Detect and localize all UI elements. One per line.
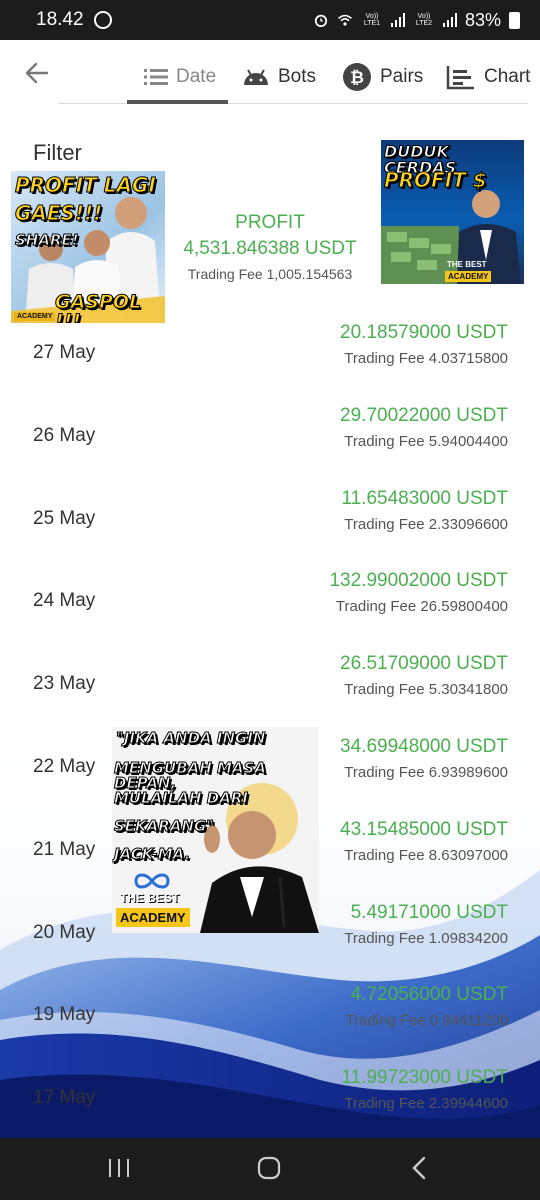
- wifi-icon: [338, 14, 352, 26]
- row-trading-fee: Trading Fee 6.93989600: [344, 764, 508, 781]
- promo-left-line2: GAES!!!: [14, 201, 103, 225]
- row-amount: 20.18579000 USDT: [340, 322, 508, 343]
- list-item[interactable]: 17 May 11.99723000 USDT Trading Fee 2.3994…: [0, 1067, 540, 1149]
- row-amount: 132.99002000 USDT: [329, 570, 508, 592]
- signal1-icon: [390, 13, 405, 27]
- list-item[interactable]: 25 May 11.65483000 USDT Trading Fee 2.3309…: [0, 488, 540, 570]
- row-amount: 4.72056000 USDT: [350, 984, 508, 1006]
- profit-value: 4,531.846388 USDT: [183, 238, 357, 259]
- tab-bots-label: Bots: [278, 66, 317, 87]
- row-date: 21 May: [33, 838, 96, 860]
- row-trading-fee: Trading Fee 4.03715800: [344, 350, 508, 367]
- list-item[interactable]: 27 May 20.18579000 USDT Trading Fee 4.0371…: [0, 322, 540, 404]
- tab-date-label: Date: [176, 66, 217, 87]
- row-amount: 29.70022000 USDT: [340, 404, 508, 426]
- battery-icon: [509, 11, 520, 29]
- row-trading-fee: Trading Fee 8.63097000: [344, 846, 508, 864]
- status-bar: 18.42 Vo)) LTE1 Vo)) LTE2 83%: [0, 0, 540, 40]
- row-date: 27 May: [33, 342, 96, 363]
- home-icon[interactable]: [255, 1156, 285, 1180]
- promo-left-line1: PROFIT LAGI: [15, 173, 157, 197]
- active-tab-indicator: [127, 100, 228, 104]
- row-date: 24 May: [33, 590, 96, 612]
- promo-sticker-right: DUDUK CERDAS PROFIT $ THE BEST ACADEMY: [381, 140, 524, 284]
- promo-quote-badge-top: THE BEST: [120, 891, 180, 905]
- row-trading-fee: Trading Fee 5.94004400: [344, 432, 508, 450]
- tab-bots[interactable]: Bots: [242, 62, 316, 92]
- row-trading-fee: Trading Fee 2.33096600: [344, 515, 508, 533]
- promo-right-badge: ACADEMY: [445, 271, 492, 282]
- row-date: 23 May: [33, 673, 96, 695]
- signal2-icon: [442, 13, 457, 27]
- promo-left-line3: SHARE!: [15, 231, 80, 249]
- row-date: 17 May: [33, 1087, 96, 1109]
- filter-label[interactable]: Filter: [33, 140, 82, 166]
- tab-date[interactable]: Date: [144, 62, 216, 92]
- promo-right-badge-top: THE BEST: [447, 260, 487, 269]
- promo-quote-badge: ACADEMY: [116, 908, 190, 927]
- row-trading-fee: Trading Fee 5.30341800: [344, 681, 508, 699]
- promo-quote-line3: MULAILAH DARI: [114, 789, 249, 807]
- row-date: 22 May: [33, 756, 96, 777]
- row-amount: 11.99723000 USDT: [341, 1067, 508, 1089]
- profit-summary: PROFIT 4,531.846388 USDT Trading Fee 1,0…: [170, 212, 370, 282]
- promo-sticker-left: PROFIT LAGI GAES!!! SHARE! GASPOL !!! AC…: [11, 171, 165, 323]
- promo-left-line4: GASPOL !!!: [55, 291, 142, 323]
- android-icon: [244, 69, 268, 85]
- row-amount: 43.15485000 USDT: [340, 818, 508, 840]
- promo-sticker-quote: "JIKA ANDA INGIN MENGUBAH MASA DEPAN, MU…: [112, 727, 319, 933]
- infinity-logo-icon: [134, 873, 170, 889]
- lte1-label: Vo)) LTE1: [363, 13, 381, 27]
- row-date: 20 May: [33, 921, 96, 943]
- recents-icon[interactable]: [104, 1156, 134, 1180]
- list-item[interactable]: 23 May 26.51709000 USDT Trading Fee 5.3034…: [0, 653, 540, 735]
- row-trading-fee: Trading Fee 1.09834200: [344, 929, 508, 947]
- profit-fee: Trading Fee 1,005.154563: [187, 266, 353, 282]
- battery-percent: 83%: [464, 9, 501, 30]
- status-right: Vo)) LTE1 Vo)) LTE2 83%: [313, 10, 520, 31]
- back-nav-icon[interactable]: [405, 1156, 435, 1180]
- row-trading-fee: Trading Fee 2.39944600: [344, 1095, 508, 1113]
- list-item[interactable]: 26 May 29.70022000 USDT Trading Fee 5.9400…: [0, 405, 540, 487]
- system-nav-bar: [0, 1138, 540, 1200]
- back-arrow-icon[interactable]: [22, 58, 52, 88]
- promo-quote-line4: SEKARANG": [113, 817, 215, 835]
- promo-left-badge: ACADEMY: [14, 312, 56, 321]
- whatsapp-icon: [93, 11, 112, 29]
- list-item[interactable]: 19 May 4.72056000 USDT Trading Fee 0.94411…: [0, 984, 540, 1066]
- row-amount: 34.69948000 USDT: [340, 736, 508, 757]
- bitcoin-icon: ₿: [343, 63, 371, 91]
- profit-label: PROFIT: [235, 212, 305, 233]
- tab-chart[interactable]: Chart: [446, 62, 530, 92]
- row-trading-fee: Trading Fee 0.94411200: [345, 1012, 508, 1030]
- row-trading-fee: Trading Fee 26.59800400: [335, 598, 508, 616]
- promo-quote-line1: "JIKA ANDA INGIN: [115, 729, 266, 747]
- tab-pairs[interactable]: ₿ Pairs: [342, 62, 423, 92]
- tab-pairs-label: Pairs: [380, 66, 424, 87]
- tab-chart-label: Chart: [484, 66, 531, 87]
- row-date: 25 May: [33, 507, 96, 529]
- row-amount: 26.51709000 USDT: [340, 653, 508, 675]
- promo-quote-line2: MENGUBAH MASA DEPAN,: [114, 759, 267, 792]
- row-date: 19 May: [33, 1004, 96, 1026]
- promo-right-line2: PROFIT $: [384, 168, 488, 192]
- row-date: 26 May: [33, 424, 96, 446]
- promo-quote-line5: JACK-MA.: [113, 845, 191, 863]
- alarm-icon: [314, 14, 328, 27]
- row-amount: 5.49171000 USDT: [350, 901, 508, 923]
- chart-icon: [446, 66, 474, 90]
- lte2-label: Vo)) LTE2: [415, 13, 433, 27]
- svg-text:₿: ₿: [350, 68, 364, 87]
- row-amount: 11.65483000 USDT: [341, 487, 508, 509]
- app-header: Date Bots ₿ Pairs Chart: [0, 40, 540, 110]
- list-item[interactable]: 24 May 132.99002000 USDT Trading Fee 26.59…: [0, 570, 540, 652]
- status-time: 18.42: [36, 9, 84, 30]
- list-icon: [144, 69, 168, 85]
